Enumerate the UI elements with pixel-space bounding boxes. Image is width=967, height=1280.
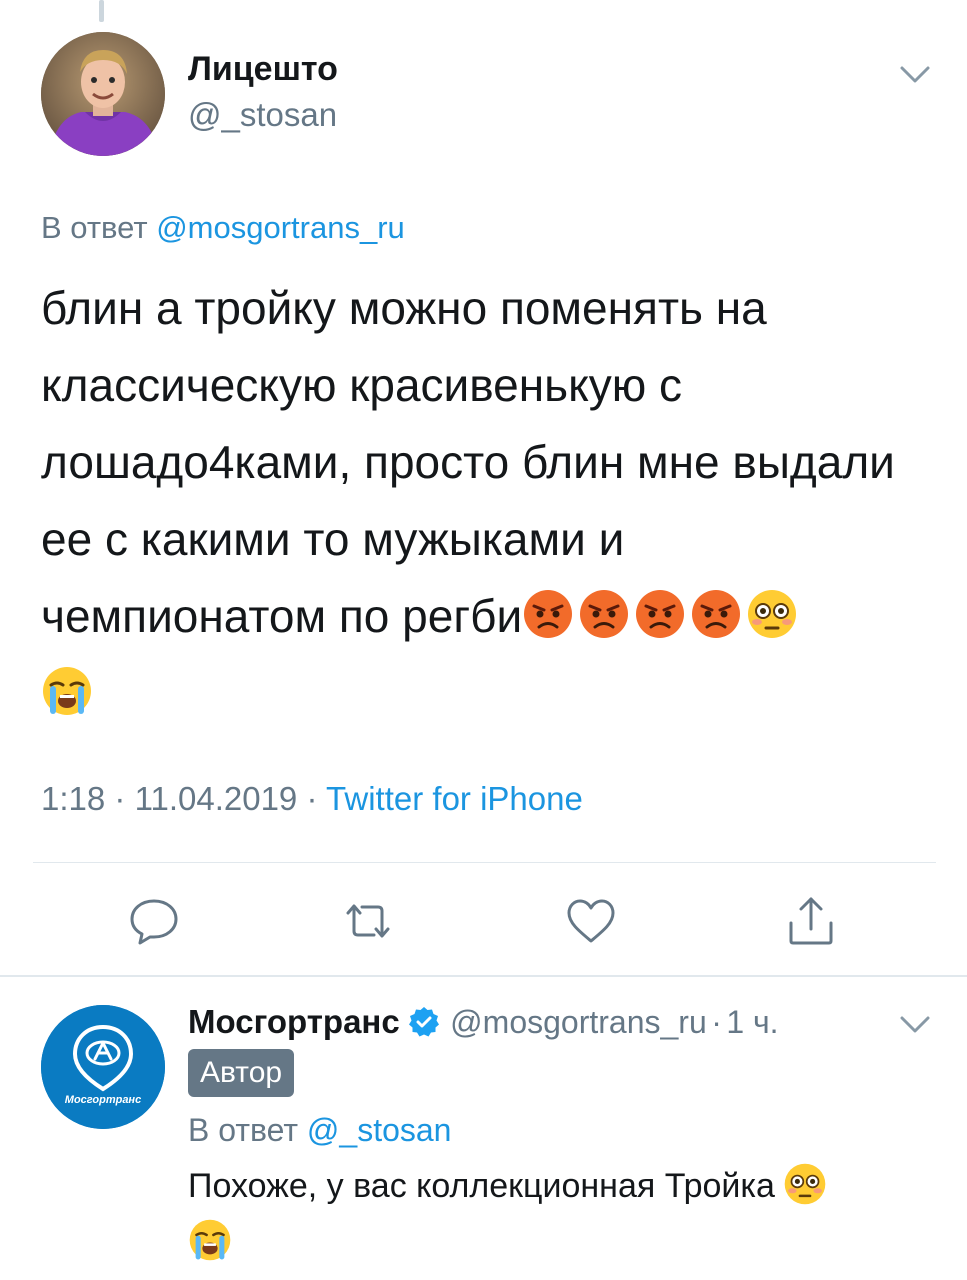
display-name[interactable]: Лицешто — [188, 50, 338, 89]
crying-face-icon — [189, 1219, 231, 1261]
reply-context: В ответ @mosgortrans_ru — [41, 210, 405, 246]
verified-badge-icon — [408, 1007, 439, 1037]
chevron-down-icon[interactable] — [898, 1010, 932, 1040]
tweet-time-ago: 1 ч. — [726, 1004, 779, 1040]
share-icon[interactable] — [783, 893, 839, 949]
avatar[interactable]: Мосгортранс — [41, 1005, 165, 1129]
meta-separator: · — [711, 1004, 722, 1040]
tweet-meta: 1:18 · 11.04.2019 · Twitter for iPhone — [41, 780, 583, 818]
tweet-date: 11.04.2019 — [134, 780, 298, 817]
chevron-down-icon[interactable] — [898, 60, 932, 90]
tweet-body: Похоже, у вас коллекционная Тройка — [188, 1167, 775, 1205]
reply-header: Мосгортранс @mosgortrans_ru · 1 ч. — [188, 1003, 779, 1041]
flushed-face-icon — [748, 590, 797, 638]
avatar[interactable] — [41, 32, 165, 156]
angry-face-icon — [692, 590, 741, 638]
author-badge: Автор — [188, 1049, 295, 1097]
angry-face-icon — [636, 590, 685, 638]
reply-prefix: В ответ — [41, 210, 148, 245]
tweet-time: 1:18 — [41, 780, 106, 817]
tweet-text: Похоже, у вас коллекционная Тройка — [188, 1158, 928, 1270]
flushed-face-icon — [784, 1163, 826, 1205]
meta-separator: · — [114, 780, 126, 817]
display-name[interactable]: Мосгортранс — [188, 1003, 400, 1040]
reply-mention-link[interactable]: @mosgortrans_ru — [156, 210, 405, 245]
reply-prefix: В ответ — [188, 1112, 299, 1148]
crying-face-icon — [43, 667, 91, 715]
user-handle[interactable]: @mosgortrans_ru — [450, 1004, 707, 1040]
meta-separator: · — [306, 780, 318, 817]
divider — [0, 975, 967, 977]
thread-connector-line — [99, 0, 104, 22]
angry-face-icon — [580, 590, 629, 638]
divider — [33, 862, 936, 863]
user-handle[interactable]: @_stosan — [188, 96, 337, 134]
reply-mention-link[interactable]: @_stosan — [307, 1112, 452, 1148]
angry-face-icon — [524, 590, 573, 638]
avatar-brand-text: Мосгортранс — [65, 1094, 141, 1106]
tweet-source-link[interactable]: Twitter for iPhone — [326, 780, 583, 817]
reply-icon[interactable] — [126, 893, 182, 949]
reply-context: В ответ @_stosan — [188, 1112, 451, 1149]
like-icon[interactable] — [563, 893, 619, 949]
action-bar — [0, 893, 967, 949]
tweet-text: блин а тройку можно поменять на классиче… — [41, 270, 921, 732]
retweet-icon[interactable] — [340, 893, 396, 949]
